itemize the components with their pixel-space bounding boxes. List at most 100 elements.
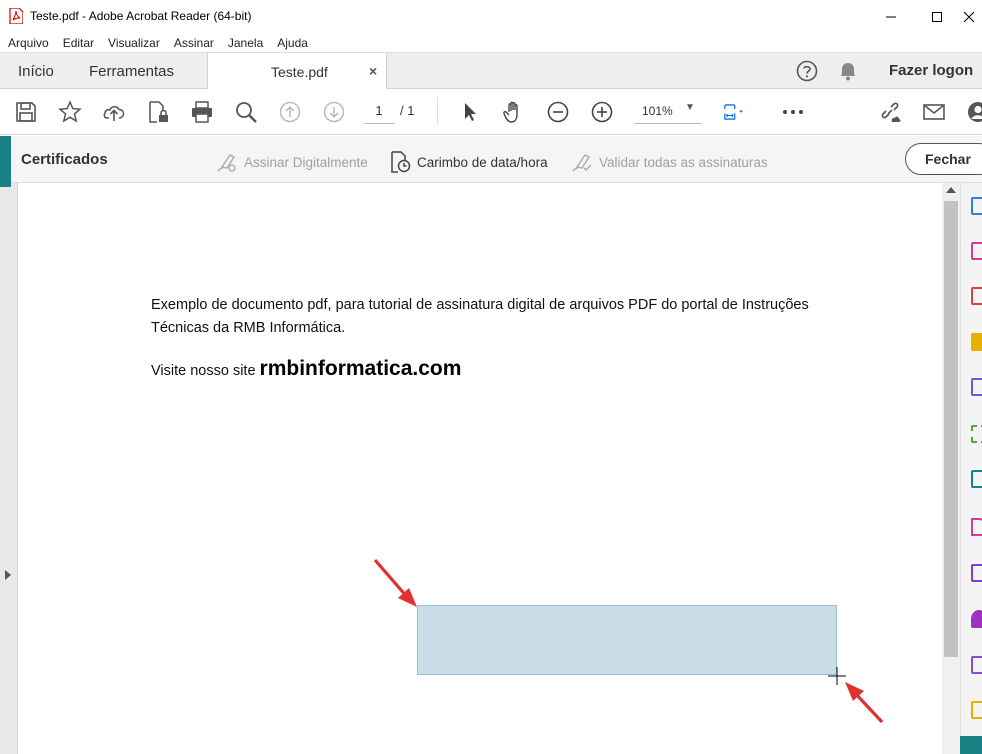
red-arrow-icon [373, 558, 417, 607]
page-total: / 1 [400, 103, 415, 118]
upload-button[interactable] [102, 100, 126, 124]
envelope-icon [923, 104, 945, 120]
help-button[interactable] [796, 60, 818, 87]
pen-check-icon [572, 154, 592, 172]
close-tool-button[interactable]: Fechar [905, 143, 982, 175]
link-cloud-icon [881, 102, 901, 122]
more-dots-icon [783, 110, 803, 114]
search-icon [236, 102, 257, 123]
page-number-input[interactable] [364, 98, 394, 124]
right-pane-footer [960, 736, 982, 754]
pen-sign-icon [217, 154, 236, 172]
sign-digitally-label: Assinar Digitalmente [244, 154, 368, 170]
edit-pdf-icon[interactable] [971, 470, 982, 488]
tab-close-icon[interactable]: × [369, 63, 377, 79]
stamp-icon[interactable] [971, 701, 982, 719]
protect-icon[interactable] [971, 564, 982, 582]
minimize-icon [886, 16, 896, 17]
document-clock-icon [391, 151, 411, 173]
tab-document[interactable]: Teste.pdf × [207, 53, 387, 90]
select-tool-button[interactable] [458, 100, 482, 124]
sign-icon[interactable] [971, 656, 982, 674]
certificates-title: Certificados [21, 151, 108, 168]
menu-assinar[interactable]: Assinar [174, 36, 214, 50]
notifications-button[interactable] [838, 60, 858, 87]
star-icon [58, 100, 82, 123]
hand-tool-button[interactable] [502, 100, 526, 124]
close-icon [963, 11, 974, 22]
arrow-up-circle-icon [279, 101, 301, 123]
zoom-in-button[interactable] [590, 100, 614, 124]
share-link-button[interactable] [878, 100, 902, 124]
menu-arquivo[interactable]: Arquivo [8, 36, 49, 50]
document-visit-line: Visite nosso site rmbinformatica.com [151, 357, 461, 381]
zoom-level-value: 101% [642, 104, 673, 118]
account-button[interactable] [966, 100, 982, 124]
maximize-icon [932, 11, 942, 22]
comment-icon[interactable] [971, 333, 982, 351]
scroll-up-icon[interactable] [946, 187, 956, 193]
zoom-out-button[interactable] [546, 100, 570, 124]
window-title: Teste.pdf - Adobe Acrobat Reader (64-bit… [30, 9, 252, 23]
document-paragraph: Exemplo de documento pdf, para tutorial … [151, 297, 809, 336]
bookmark-button[interactable] [58, 100, 82, 124]
tab-bar: Início Ferramentas Teste.pdf × Fazer log… [0, 52, 982, 90]
page-fit-button[interactable] [722, 100, 756, 124]
tab-document-label: Teste.pdf [271, 64, 328, 80]
email-button[interactable] [922, 100, 946, 124]
file-lock-icon [149, 101, 168, 123]
minimize-button[interactable] [868, 0, 914, 33]
find-button[interactable] [234, 100, 258, 124]
organize-pages-icon[interactable] [971, 242, 982, 260]
tab-tools[interactable]: Ferramentas [89, 53, 174, 89]
cloud-upload-icon [103, 106, 125, 121]
protect-button[interactable] [146, 100, 170, 124]
validate-signatures-button[interactable]: Validar todas as assinaturas [571, 151, 768, 173]
combine-files-icon[interactable] [971, 378, 982, 396]
annotation-overlay [373, 558, 884, 724]
fill-sign-icon[interactable] [971, 518, 982, 536]
login-button[interactable]: Fazer logon [889, 62, 973, 79]
timestamp-button[interactable]: Carimbo de data/hora [389, 151, 548, 173]
compress-icon[interactable] [971, 425, 982, 443]
menu-editar[interactable]: Editar [63, 36, 94, 50]
printer-icon [192, 101, 212, 123]
timestamp-label: Carimbo de data/hora [417, 154, 548, 170]
fit-width-icon [724, 104, 744, 120]
red-arrow-icon [845, 682, 884, 724]
chevron-down-icon: ▼ [685, 102, 695, 113]
bell-icon [841, 63, 855, 81]
send-for-signature-icon[interactable] [971, 610, 982, 628]
cursor-arrow-icon [465, 103, 476, 121]
close-window-button[interactable] [955, 0, 982, 33]
print-button[interactable] [190, 100, 214, 124]
hand-icon [503, 101, 518, 123]
expand-left-panel-icon[interactable] [5, 570, 11, 580]
user-avatar-icon [968, 102, 982, 122]
more-tools-button[interactable] [781, 100, 805, 124]
site-link[interactable]: rmbinformatica.com [260, 357, 462, 380]
maximize-button[interactable] [914, 0, 960, 33]
acrobat-window: Teste.pdf - Adobe Acrobat Reader (64-bit… [0, 0, 982, 754]
help-icon [796, 60, 818, 82]
export-pdf-icon[interactable] [971, 197, 982, 215]
certificates-accent [0, 136, 11, 183]
left-panel-collapsed [0, 183, 18, 754]
scrollbar-thumb[interactable] [944, 201, 958, 657]
previous-page-button[interactable] [278, 100, 302, 124]
title-bar: Teste.pdf - Adobe Acrobat Reader (64-bit… [0, 0, 982, 33]
next-page-button[interactable] [322, 100, 346, 124]
save-icon [16, 102, 36, 122]
sign-digitally-button[interactable]: Assinar Digitalmente [216, 151, 368, 173]
menu-ajuda[interactable]: Ajuda [277, 36, 308, 50]
save-button[interactable] [14, 100, 38, 124]
minus-circle-icon [547, 101, 569, 123]
menu-bar: Arquivo Editar Visualizar Assinar Janela… [0, 33, 982, 52]
menu-janela[interactable]: Janela [228, 36, 263, 50]
plus-circle-icon [591, 101, 613, 123]
visit-prefix: Visite nosso site [151, 363, 260, 379]
zoom-level-select[interactable]: 101% ▼ [634, 98, 702, 124]
tab-home[interactable]: Início [18, 53, 54, 89]
create-pdf-icon[interactable] [971, 287, 982, 305]
menu-visualizar[interactable]: Visualizar [108, 36, 160, 50]
